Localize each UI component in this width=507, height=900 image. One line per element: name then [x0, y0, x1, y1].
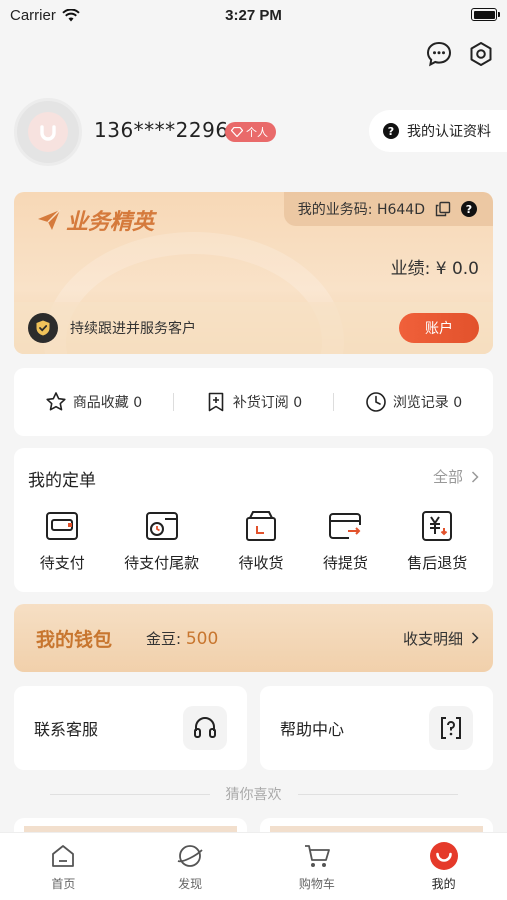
order-to-pickup[interactable]: 待提货 [323, 508, 368, 573]
order-after-sales[interactable]: 售后退货 [407, 508, 467, 573]
clock-icon [365, 391, 387, 413]
profile-smile-icon [429, 841, 459, 871]
divider-line [49, 793, 210, 795]
favorites-label: 商品收藏 0 [72, 395, 143, 411]
tab-discover[interactable]: 发现 [127, 833, 254, 900]
orders-card: 我的定单 全部 待支付 待支付尾款 待收货 待提货 售后退货 [14, 448, 493, 592]
bookmark-plus-icon [205, 391, 227, 413]
badge-label: 个人 [246, 126, 268, 139]
restock-subscription-link[interactable]: 补货订阅 0 [174, 391, 333, 413]
favorites-link[interactable]: 商品收藏 0 [14, 391, 173, 413]
transaction-detail-label: 收支明细 [402, 629, 463, 648]
account-button[interactable]: 账户 [399, 313, 479, 343]
tab-label: 我的 [431, 877, 456, 891]
order-to-receive[interactable]: 待收货 [238, 508, 283, 573]
settings-hexagon-icon[interactable] [467, 40, 495, 68]
avatar[interactable] [14, 98, 82, 166]
wallet-clock-icon [144, 508, 180, 544]
phone-number: 136****2296 [94, 118, 229, 142]
status-bar: Carrier 3:27 PM [0, 0, 507, 30]
yen-return-icon [419, 508, 455, 544]
business-code: 我的业务码: H644D ? [283, 192, 493, 226]
quick-links: 商品收藏 0 补货订阅 0 浏览记录 0 [14, 368, 493, 436]
order-item-label: 售后退货 [407, 554, 468, 572]
order-pending-balance[interactable]: 待支付尾款 [124, 508, 199, 573]
certification-label: 我的认证资料 [407, 124, 491, 140]
chevron-right-icon [471, 470, 479, 483]
wallet-icon [44, 508, 80, 544]
bottom-tab-bar: 首页 发现 购物车 我的 [0, 832, 507, 900]
chat-bubble-icon[interactable] [425, 40, 453, 68]
divider-line [297, 793, 458, 795]
help-center-card[interactable]: 帮助中心 [260, 686, 493, 770]
star-outline-icon [45, 391, 67, 413]
wallet-card[interactable]: 我的钱包 金豆: 500 收支明细 [14, 604, 493, 672]
performance-value: 业绩: ¥ 0.0 [390, 259, 479, 279]
wifi-icon [62, 8, 80, 22]
home-icon [48, 841, 78, 871]
history-link[interactable]: 浏览记录 0 [334, 391, 493, 413]
orders-title: 我的定单 [28, 471, 96, 491]
orders-all-link[interactable]: 全部 [433, 466, 479, 487]
personal-badge: 个人 [225, 122, 276, 142]
chevron-right-icon [471, 632, 479, 644]
headset-icon [183, 706, 227, 750]
recommendation-label: 猜你喜欢 [225, 787, 282, 803]
cart-icon [302, 841, 332, 871]
card-arrow-icon [327, 508, 363, 544]
tab-cart[interactable]: 购物车 [254, 833, 381, 900]
order-item-label: 待提货 [322, 554, 368, 572]
contact-service-label: 联系客服 [34, 720, 99, 739]
business-elite-card: 业务精英 我的业务码: H644D ? 业绩: ¥ 0.0 持续跟进并服务客户 … [14, 192, 493, 354]
gold-beans: 金豆: 500 [146, 628, 403, 649]
diamond-icon [231, 127, 243, 137]
order-pending-payment[interactable]: 待支付 [40, 508, 85, 573]
help-icon [429, 706, 473, 750]
shield-check-icon [28, 313, 58, 343]
top-actions [425, 40, 495, 68]
tab-home[interactable]: 首页 [0, 833, 127, 900]
service-text: 持续跟进并服务客户 [70, 321, 196, 337]
tab-profile[interactable]: 我的 [380, 833, 507, 900]
certification-link[interactable]: ? 我的认证资料 [369, 110, 507, 152]
copy-icon[interactable] [435, 201, 451, 217]
service-strip: 持续跟进并服务客户 账户 [14, 302, 493, 354]
gold-beans-value: 500 [185, 628, 219, 649]
paper-plane-icon [36, 208, 62, 232]
order-item-label: 待支付 [39, 554, 85, 572]
wallet-title: 我的钱包 [36, 628, 113, 651]
gold-beans-label: 金豆: [146, 629, 182, 648]
restock-label: 补货订阅 0 [232, 395, 303, 411]
tab-label: 发现 [178, 877, 203, 891]
order-status-row: 待支付 待支付尾款 待收货 待提货 售后退货 [14, 508, 493, 573]
order-item-label: 待收货 [238, 554, 284, 572]
help-center-label: 帮助中心 [280, 720, 345, 739]
orders-all-label: 全部 [432, 468, 463, 486]
elite-title: 业务精英 [36, 204, 154, 236]
avatar-logo-icon [28, 112, 68, 152]
tab-label: 首页 [51, 877, 76, 891]
question-icon: ? [383, 123, 399, 139]
planet-icon [175, 841, 205, 871]
tab-label: 购物车 [298, 877, 335, 891]
order-item-label: 待支付尾款 [124, 554, 200, 572]
question-icon[interactable]: ? [461, 201, 477, 217]
history-label: 浏览记录 0 [392, 395, 463, 411]
elite-title-text: 业务精英 [66, 210, 155, 235]
profile-header: 136****2296 个人 ? 我的认证资料 [14, 98, 507, 166]
battery-icon [471, 8, 500, 21]
box-icon [243, 508, 279, 544]
business-code-label: 我的业务码: H644D [297, 202, 425, 218]
carrier-label: Carrier [10, 6, 56, 24]
transaction-detail-link[interactable]: 收支明细 [403, 628, 479, 649]
recommendation-divider: 猜你喜欢 [0, 784, 507, 804]
contact-service-card[interactable]: 联系客服 [14, 686, 247, 770]
